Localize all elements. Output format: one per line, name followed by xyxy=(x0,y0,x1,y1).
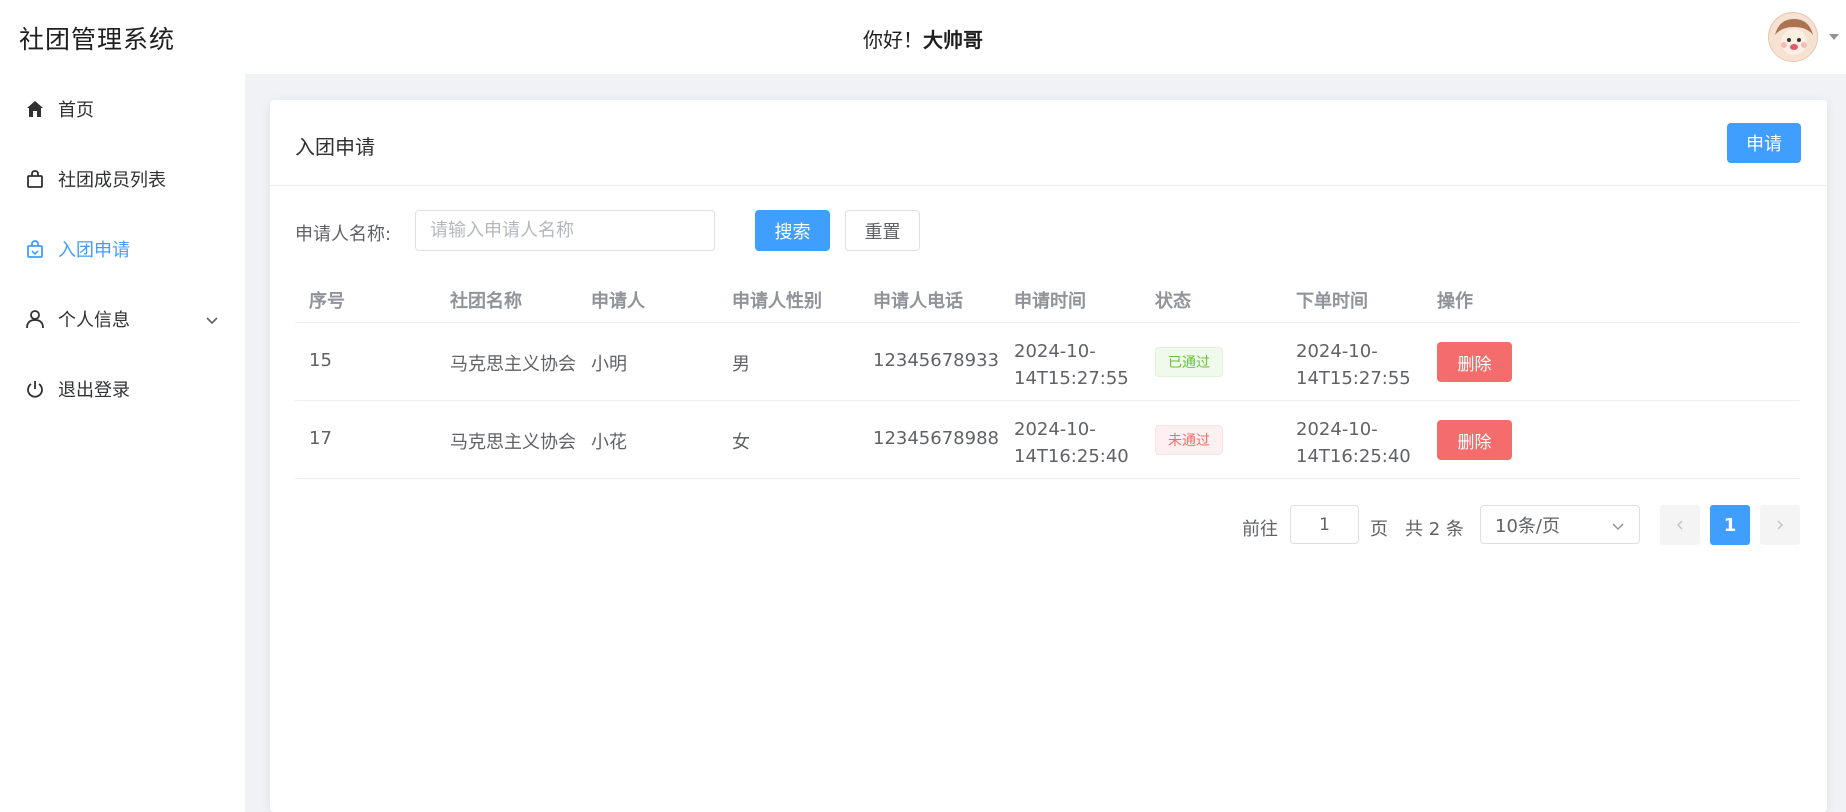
cell-gender: 男 xyxy=(732,354,750,375)
page-size-value: 10条/页 xyxy=(1495,515,1560,537)
caret-down-icon[interactable] xyxy=(1829,34,1839,40)
page-number-button[interactable]: 1 xyxy=(1710,505,1750,545)
cell-phone: 12345678933 xyxy=(873,350,999,371)
applications-table: 序号 社团名称 申请人 申请人性别 申请人电话 申请时间 状态 下单时间 操作 … xyxy=(295,275,1800,479)
reset-button[interactable]: 重置 xyxy=(845,210,920,251)
pagination: 前往 页 共 2 条 10条/页 1 xyxy=(270,505,1827,545)
page-unit-label: 页 xyxy=(1370,519,1388,540)
sidebar-item-members[interactable]: 社团成员列表 xyxy=(0,144,245,214)
sidebar-item-label: 退出登录 xyxy=(58,380,130,401)
avatar[interactable] xyxy=(1768,12,1818,62)
page-title: 入团申请 xyxy=(295,135,375,159)
delete-button[interactable]: 删除 xyxy=(1437,342,1512,382)
search-input[interactable] xyxy=(415,210,715,251)
column-header: 申请人性别 xyxy=(732,291,822,312)
cell-club: 马克思主义协会 xyxy=(450,432,576,453)
cell-order-time: 2024-10-14T15:27:55 xyxy=(1296,341,1411,389)
goto-label: 前往 xyxy=(1242,519,1278,540)
avatar-image xyxy=(1769,13,1817,61)
table-header: 序号 社团名称 申请人 申请人性别 申请人电话 申请时间 状态 下单时间 操作 xyxy=(295,275,1800,323)
next-page-button[interactable] xyxy=(1760,505,1800,545)
column-header: 序号 xyxy=(309,291,345,312)
top-header: 社团管理系统 你好！大帅哥 xyxy=(0,0,1846,74)
cell-apply-time: 2024-10-14T15:27:55 xyxy=(1014,341,1129,389)
column-header: 操作 xyxy=(1437,291,1473,312)
shopping-bag-icon xyxy=(24,238,46,260)
search-label: 申请人名称: xyxy=(295,224,392,245)
sidebar: 首页 社团成员列表 入团申请 个人信息 退出登录 xyxy=(0,74,245,812)
sidebar-item-logout[interactable]: 退出登录 xyxy=(0,354,245,424)
apply-button[interactable]: 申请 xyxy=(1727,123,1801,163)
sidebar-item-label: 入团申请 xyxy=(58,240,130,261)
sidebar-item-label: 首页 xyxy=(58,100,94,121)
power-icon xyxy=(24,378,46,400)
home-icon xyxy=(24,98,46,120)
column-header: 状态 xyxy=(1155,291,1191,312)
column-header: 申请时间 xyxy=(1014,291,1086,312)
sidebar-item-profile[interactable]: 个人信息 xyxy=(0,284,245,354)
bag-icon xyxy=(24,168,46,190)
status-badge: 已通过 xyxy=(1155,347,1223,377)
chevron-down-icon xyxy=(1611,517,1625,538)
table-row: 17 马克思主义协会 小花 女 12345678988 2024-10-14T1… xyxy=(295,401,1800,479)
column-header: 申请人电话 xyxy=(873,291,963,312)
sidebar-item-label: 社团成员列表 xyxy=(58,170,166,191)
status-badge: 未通过 xyxy=(1155,425,1223,455)
chevron-left-icon xyxy=(1676,520,1683,530)
main-card: 入团申请 申请 申请人名称: 搜索 重置 序号 社团名称 申请人 申请人性别 申… xyxy=(270,100,1827,812)
card-header: 入团申请 申请 xyxy=(270,100,1827,186)
sidebar-item-applications[interactable]: 入团申请 xyxy=(0,214,245,284)
greeting: 你好！大帅哥 xyxy=(0,24,1846,53)
greeting-prefix: 你好！ xyxy=(863,28,923,52)
cell-order-time: 2024-10-14T16:25:40 xyxy=(1296,419,1411,467)
cell-gender: 女 xyxy=(732,432,750,453)
total-count: 共 2 条 xyxy=(1405,519,1464,540)
cell-applicant: 小明 xyxy=(591,354,627,375)
cell-apply-time: 2024-10-14T16:25:40 xyxy=(1014,419,1129,467)
search-button[interactable]: 搜索 xyxy=(755,210,830,251)
username: 大帅哥 xyxy=(923,28,983,52)
cell-club: 马克思主义协会 xyxy=(450,354,576,375)
sidebar-item-home[interactable]: 首页 xyxy=(0,74,245,144)
column-header: 社团名称 xyxy=(450,291,522,312)
column-header: 下单时间 xyxy=(1296,291,1368,312)
page-size-select[interactable]: 10条/页 xyxy=(1480,505,1640,544)
cell-id: 15 xyxy=(309,350,332,371)
chevron-down-icon xyxy=(205,311,219,332)
table-row: 15 马克思主义协会 小明 男 12345678933 2024-10-14T1… xyxy=(295,323,1800,401)
sidebar-item-label: 个人信息 xyxy=(58,310,130,331)
cell-id: 17 xyxy=(309,428,332,449)
column-header: 申请人 xyxy=(591,291,645,312)
delete-button[interactable]: 删除 xyxy=(1437,420,1512,460)
cell-applicant: 小花 xyxy=(591,432,627,453)
page-jump-input[interactable] xyxy=(1290,505,1359,544)
cell-phone: 12345678988 xyxy=(873,428,999,449)
prev-page-button[interactable] xyxy=(1660,505,1700,545)
user-icon xyxy=(24,308,46,330)
chevron-right-icon xyxy=(1777,520,1784,530)
